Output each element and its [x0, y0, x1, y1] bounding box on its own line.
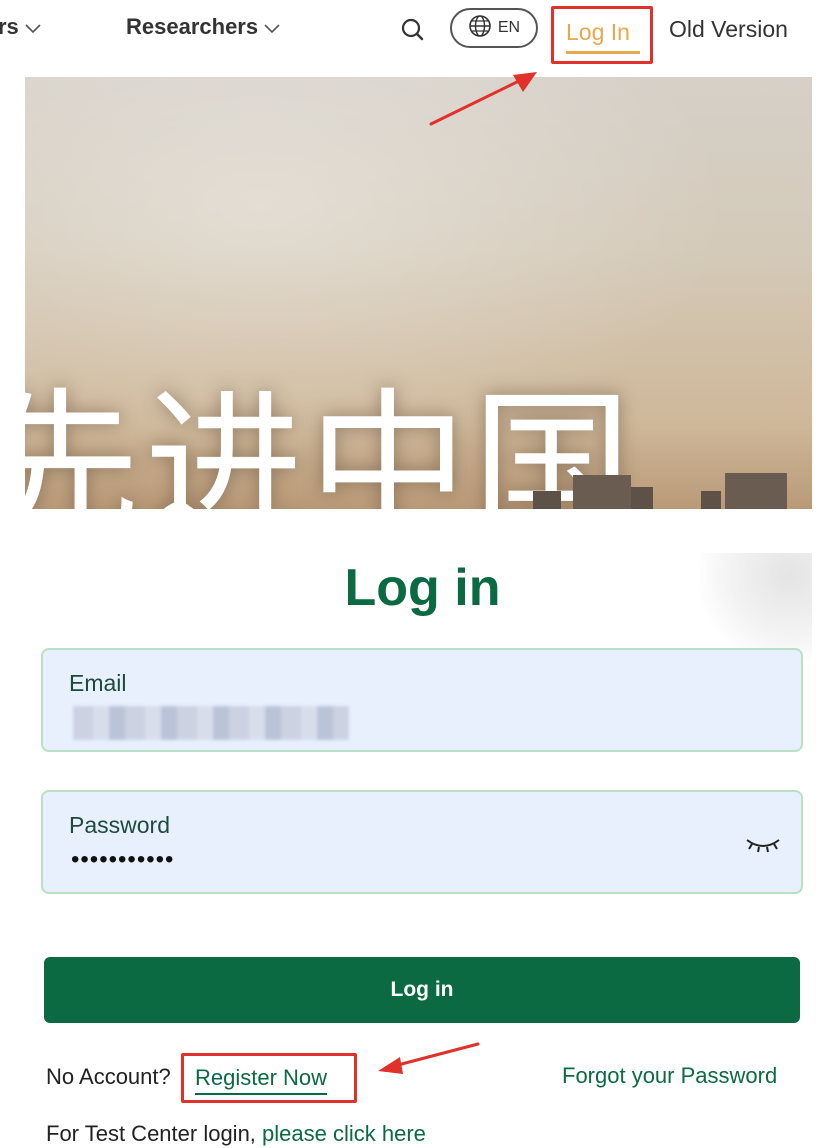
login-submit-button[interactable]: Log in [44, 957, 800, 1023]
hero-banner: 先进中国 [25, 77, 812, 509]
language-label: EN [497, 19, 521, 36]
annotation-highlight-login: Log In [551, 6, 653, 64]
test-center-prefix: For Test Center login, [46, 1121, 256, 1146]
nav-login-link[interactable]: Log In [566, 19, 630, 46]
password-value: ••••••••••• [71, 846, 175, 873]
annotation-arrow [378, 1042, 480, 1074]
no-account-text: No Account? [46, 1064, 171, 1089]
top-nav: rs Researchers EN Log In Old Version [0, 0, 828, 64]
nav-item-partial[interactable]: rs [0, 14, 41, 40]
language-switcher[interactable]: EN [450, 8, 538, 48]
login-title: Log in [344, 559, 501, 617]
annotation-highlight-register: Register Now [181, 1053, 357, 1103]
nav-item-researchers-label: Researchers [126, 14, 259, 39]
chevron-down-icon [25, 14, 41, 40]
hero-building [725, 473, 787, 509]
hero-building [573, 475, 631, 509]
chevron-down-icon [264, 14, 280, 40]
eye-closed-icon[interactable] [743, 832, 783, 858]
hero-building [533, 491, 561, 509]
password-field[interactable]: Password ••••••••••• [41, 790, 803, 894]
forgot-password-link[interactable]: Forgot your Password [562, 1063, 777, 1089]
nav-item-partial-label: rs [0, 14, 19, 39]
register-now-link[interactable]: Register Now [195, 1065, 328, 1095]
test-center-line: For Test Center login, please click here [46, 1121, 426, 1147]
globe-icon [468, 14, 492, 43]
search-icon[interactable] [398, 15, 428, 45]
nav-login-underline [566, 51, 640, 54]
nav-item-researchers[interactable]: Researchers [126, 14, 280, 40]
password-label: Password [69, 812, 170, 838]
hero-banner-text: 先进中国 [25, 373, 637, 509]
hero-building [631, 487, 653, 509]
email-label: Email [69, 670, 127, 696]
old-version-link[interactable]: Old Version [669, 16, 788, 43]
hero-building [701, 491, 721, 509]
test-center-link[interactable]: please click here [262, 1121, 426, 1146]
email-value-redacted [73, 706, 349, 740]
annotation-arrow [429, 72, 537, 126]
email-field[interactable]: Email [41, 648, 803, 752]
